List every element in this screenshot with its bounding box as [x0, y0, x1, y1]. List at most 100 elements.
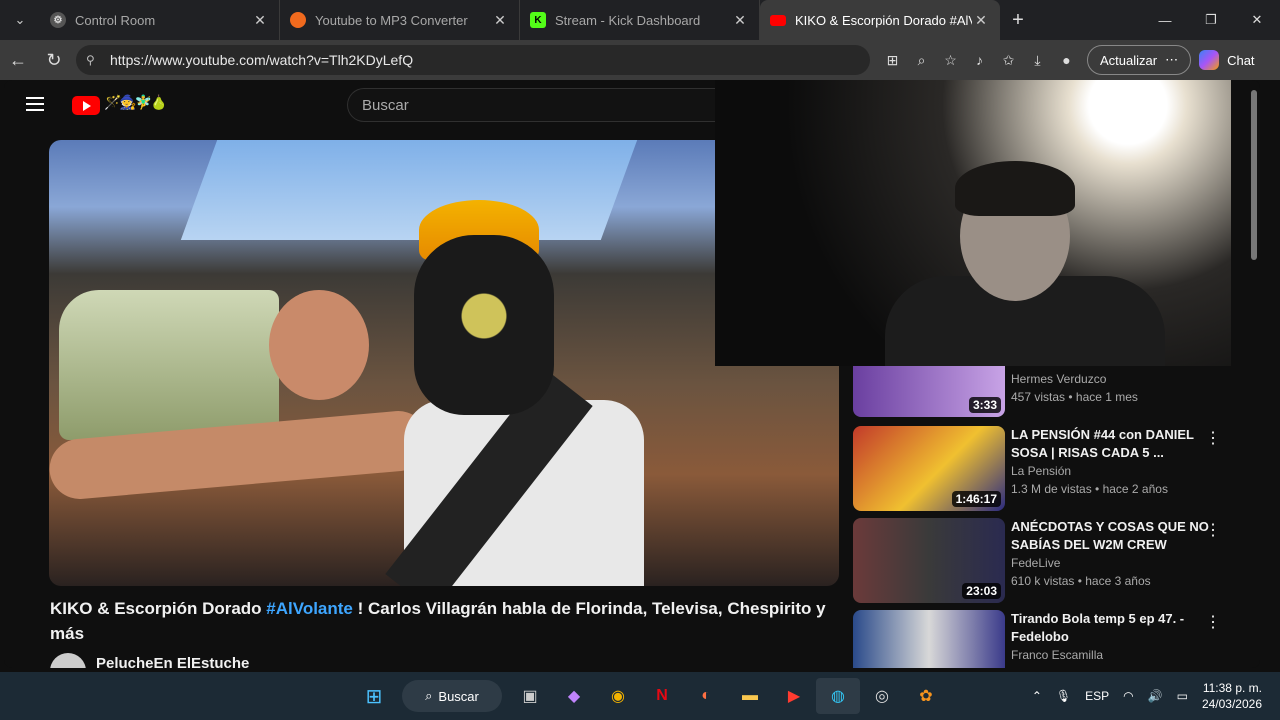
app-available-icon[interactable]: ⊞	[878, 52, 907, 69]
copilot-icon[interactable]: ◆	[552, 678, 596, 714]
converter-app-icon[interactable]: ◐	[684, 678, 728, 714]
favorites-icon[interactable]: ✩	[994, 52, 1023, 69]
video-title[interactable]: LA PENSIÓN #44 con DANIEL SOSA | RISAS C…	[1011, 426, 1216, 462]
video-thumbnail[interactable]: 3:33	[853, 366, 1005, 417]
browser-tab-bar: ⌄ ⚙ Control Room ✕ Youtube to MP3 Conver…	[0, 0, 1280, 40]
wifi-icon[interactable]: ◠	[1123, 689, 1133, 703]
date: 24/03/2026	[1201, 697, 1262, 711]
copilot-chat-button[interactable]: Chat	[1199, 50, 1255, 70]
back-icon[interactable]: ←	[0, 50, 36, 71]
video-thumbnail[interactable]: 1:46:17	[853, 426, 1005, 511]
restore-icon[interactable]: ❐	[1188, 0, 1234, 40]
url-field[interactable]: ⚲ https://www.youtube.com/watch?v=Tlh2KD…	[76, 45, 870, 75]
page-scrollbar[interactable]	[1248, 80, 1260, 668]
tab-actions-menu-icon[interactable]: ⌄	[0, 0, 40, 40]
hashtag-link[interactable]: #AlVolante	[266, 599, 353, 618]
system-tray: ⌃ 🎙 ESP ◠ 🔊 ▭ 11:38 p. m. 24/03/2026	[1025, 672, 1280, 720]
channel-name[interactable]: PelucheEn ElEstuche	[96, 655, 249, 668]
more-options-icon[interactable]: ⋮	[1205, 428, 1221, 448]
video-meta: 1.3 M de vistas • hace 2 años	[1011, 482, 1168, 496]
channel-name[interactable]: La Pensión	[1011, 464, 1071, 478]
obs-icon[interactable]: ◎	[860, 678, 904, 714]
favorite-star-icon[interactable]: ☆	[936, 52, 965, 69]
close-tab-icon[interactable]: ✕	[251, 12, 269, 29]
downloads-icon[interactable]: ⤓	[1023, 52, 1052, 69]
car-window	[59, 290, 279, 440]
refresh-icon[interactable]: ↻	[36, 50, 72, 71]
streamer-hair	[955, 161, 1075, 216]
site-info-icon[interactable]: ⚲	[86, 53, 102, 67]
video-thumbnail[interactable]: 23:03	[853, 518, 1005, 603]
steam-icon: ⚙	[50, 12, 66, 28]
url-text: https://www.youtube.com/watch?v=Tlh2KDyL…	[110, 52, 414, 68]
chat-label: Chat	[1227, 52, 1255, 68]
volume-icon[interactable]: 🔊	[1148, 689, 1163, 703]
minimize-icon[interactable]: —	[1142, 0, 1188, 40]
search-input[interactable]: Buscar	[347, 88, 727, 122]
video-title-start: KIKO & Escorpión Dorado	[50, 599, 267, 618]
more-options-icon[interactable]: ⋮	[1205, 612, 1221, 632]
file-explorer-icon[interactable]: ▬	[728, 678, 772, 714]
tab-kick-dashboard[interactable]: K Stream - Kick Dashboard ✕	[520, 0, 760, 40]
video-title[interactable]: ANÉCDOTAS Y COSAS QUE NO SABÍAS DEL W2M …	[1011, 518, 1216, 554]
update-button[interactable]: Actualizar ⋯	[1087, 45, 1192, 75]
time: 11:38 p. m.	[1202, 681, 1262, 695]
close-window-icon[interactable]: ✕	[1234, 0, 1280, 40]
video-meta: 457 vistas • hace 1 mes	[1011, 390, 1138, 404]
youtube-page: 🪄🧙🧚‍♂️🍐 Buscar KIKO & Escorpión Dorado #…	[4, 80, 1260, 668]
duration-badge: 23:03	[962, 583, 1001, 599]
more-icon: ⋯	[1165, 52, 1179, 67]
driver	[269, 290, 369, 400]
channel-name[interactable]: Franco Escamilla	[1011, 648, 1103, 662]
scrollbar-thumb[interactable]	[1251, 90, 1257, 260]
task-view-icon[interactable]: ▣	[508, 678, 552, 714]
wrestler-mask	[414, 235, 554, 415]
start-icon[interactable]: ⊞	[352, 678, 396, 714]
converter-icon	[290, 12, 306, 28]
channel-name[interactable]: FedeLive	[1011, 556, 1060, 570]
netflix-icon[interactable]: N	[640, 678, 684, 714]
microphone-icon[interactable]: 🎙	[1056, 689, 1071, 703]
channel-name[interactable]: Hermes Verduzco	[1011, 372, 1106, 386]
tab-youtube-mp3[interactable]: Youtube to MP3 Converter ✕	[280, 0, 520, 40]
video-meta: 610 k vistas • hace 3 años	[1011, 574, 1151, 588]
webcam-overlay	[715, 80, 1231, 366]
chevron-up-icon[interactable]: ⌃	[1032, 689, 1042, 703]
clock[interactable]: 11:38 p. m. 24/03/2026	[1202, 680, 1262, 712]
fl-studio-icon[interactable]: ✿	[904, 678, 948, 714]
close-tab-icon[interactable]: ✕	[491, 12, 509, 29]
battery-icon[interactable]: ▭	[1177, 689, 1188, 703]
media-player-icon[interactable]: ▶	[772, 678, 816, 714]
menu-icon[interactable]	[26, 97, 44, 115]
youtube-logo[interactable]	[72, 96, 100, 115]
video-title[interactable]: Tirando Bola temp 5 ep 47. - Fedelobo	[1011, 610, 1216, 646]
tab-title: KIKO & Escorpión Dorado #AlVola	[795, 12, 972, 28]
video-title: KIKO & Escorpión Dorado #AlVolante ! Car…	[50, 596, 830, 646]
video-thumbnail[interactable]	[853, 610, 1005, 668]
tab-control-room[interactable]: ⚙ Control Room ✕	[40, 0, 280, 40]
taskbar-search[interactable]: ⌕ Buscar	[402, 680, 502, 712]
tab-youtube-video[interactable]: KIKO & Escorpión Dorado #AlVola ✕	[760, 0, 1000, 40]
close-tab-icon[interactable]: ✕	[731, 12, 749, 29]
close-tab-icon[interactable]: ✕	[972, 12, 990, 29]
kick-icon: K	[530, 12, 546, 28]
channel-avatar[interactable]	[50, 653, 86, 668]
copilot-icon	[1199, 50, 1220, 70]
extension-icon[interactable]: ♪	[965, 52, 994, 68]
doodle-icon[interactable]: 🪄🧙🧚‍♂️🍐	[104, 94, 168, 111]
channel-row: PelucheEn ElEstuche	[50, 653, 830, 668]
tab-title: Stream - Kick Dashboard	[555, 12, 701, 28]
youtube-icon	[770, 14, 786, 26]
more-options-icon[interactable]: ⋮	[1205, 520, 1221, 540]
taskbar-search-label: Buscar	[438, 688, 479, 704]
update-label: Actualizar	[1100, 52, 1158, 68]
new-tab-button[interactable]: +	[1000, 9, 1036, 32]
edge-icon[interactable]: ◍	[816, 678, 860, 714]
tab-title: Youtube to MP3 Converter	[315, 12, 468, 28]
profile-avatar-icon[interactable]: ●	[1052, 52, 1081, 68]
duration-badge: 1:46:17	[951, 491, 1001, 507]
zoom-icon[interactable]: ⌕	[907, 52, 936, 69]
duration-badge: 3:33	[968, 397, 1001, 413]
chrome-icon[interactable]: ◉	[596, 678, 640, 714]
language-indicator[interactable]: ESP	[1085, 689, 1109, 703]
